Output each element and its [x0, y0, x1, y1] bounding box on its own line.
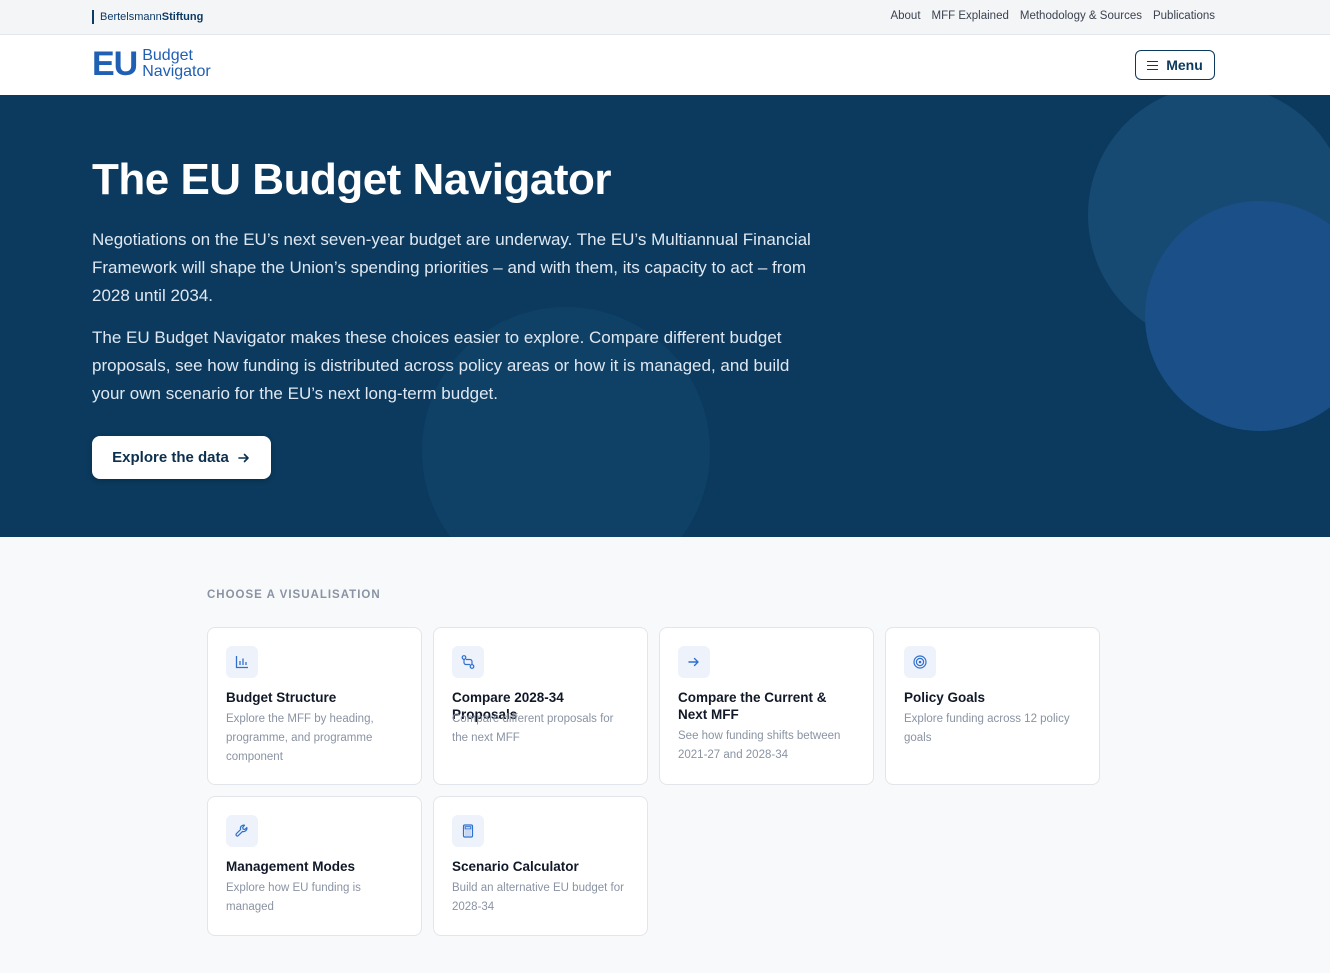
card-compare-proposals[interactable]: Compare 2028-34 Proposals Compare differ…	[433, 627, 648, 785]
logo-mark: EU	[92, 45, 138, 83]
card-scenario-calculator[interactable]: Scenario Calculator Build an alternative…	[433, 796, 648, 936]
target-icon	[904, 646, 936, 678]
compare-icon	[452, 646, 484, 678]
card-description: Compare different proposals for the next…	[452, 713, 614, 744]
logo-line2: Navigator	[142, 63, 211, 80]
menu-button[interactable]: Menu	[1135, 50, 1215, 80]
card-title: Policy Goals	[904, 690, 986, 705]
bertelsmann-logo[interactable]: BertelsmannStiftung	[92, 10, 203, 24]
card-title: Scenario Calculator	[452, 859, 579, 874]
hamburger-icon	[1147, 60, 1159, 70]
card-budget-structure[interactable]: Budget Structure Explore the MFF by head…	[207, 627, 422, 785]
menu-label: Menu	[1166, 57, 1203, 73]
top-link-publications[interactable]: Publications	[1153, 10, 1215, 22]
card-title: Compare the Current & Next MFF	[678, 690, 827, 722]
wrench-icon	[226, 815, 258, 847]
brand-part1: Bertelsmann	[100, 11, 162, 23]
bar-chart-icon	[226, 646, 258, 678]
card-description: Build an alternative EU budget for 2028-…	[452, 882, 624, 913]
card-title: Budget Structure	[226, 690, 337, 705]
card-compare-current-next[interactable]: Compare the Current & Next MFF See how f…	[659, 627, 874, 785]
top-link-methodology[interactable]: Methodology & Sources	[1020, 10, 1142, 22]
site-header: EU Budget Navigator Menu	[0, 35, 1330, 95]
section-label: CHOOSE A VISUALISATION	[207, 589, 381, 601]
explore-data-button[interactable]: Explore the data	[92, 436, 271, 479]
page-title: The EU Budget Navigator	[92, 155, 612, 204]
logo-line1: Budget	[142, 47, 193, 64]
card-policy-goals[interactable]: Policy Goals Explore funding across 12 p…	[885, 627, 1100, 785]
top-link-about[interactable]: About	[890, 10, 920, 22]
card-description: See how funding shifts between 2021-27 a…	[678, 730, 841, 761]
card-management-modes[interactable]: Management Modes Explore how EU funding …	[207, 796, 422, 936]
card-description: Explore the MFF by heading, programme, a…	[226, 713, 374, 763]
utility-bar: BertelsmannStiftung About MFF Explained …	[0, 0, 1330, 35]
arrow-right-icon	[678, 646, 710, 678]
arrow-right-icon	[238, 453, 249, 462]
calculator-icon	[452, 815, 484, 847]
logo-wordmark: Budget Navigator	[142, 48, 210, 80]
card-description: Explore how EU funding is managed	[226, 882, 361, 913]
eu-budget-navigator-logo[interactable]: EU Budget Navigator	[92, 45, 211, 83]
card-description: Explore funding across 12 policy goals	[904, 713, 1070, 744]
top-link-mff-explained[interactable]: MFF Explained	[932, 10, 1009, 22]
hero-paragraph-2: The EU Budget Navigator makes these choi…	[92, 328, 790, 403]
hero-section: The EU Budget Navigator Negotiations on …	[0, 95, 1330, 537]
card-title: Management Modes	[226, 859, 356, 874]
top-nav: About MFF Explained Methodology & Source…	[890, 10, 1215, 22]
cta-label: Explore the data	[112, 449, 229, 466]
hero-paragraph-1: Negotiations on the EU’s next seven-year…	[92, 230, 811, 305]
brand-part2: Stiftung	[161, 11, 204, 23]
